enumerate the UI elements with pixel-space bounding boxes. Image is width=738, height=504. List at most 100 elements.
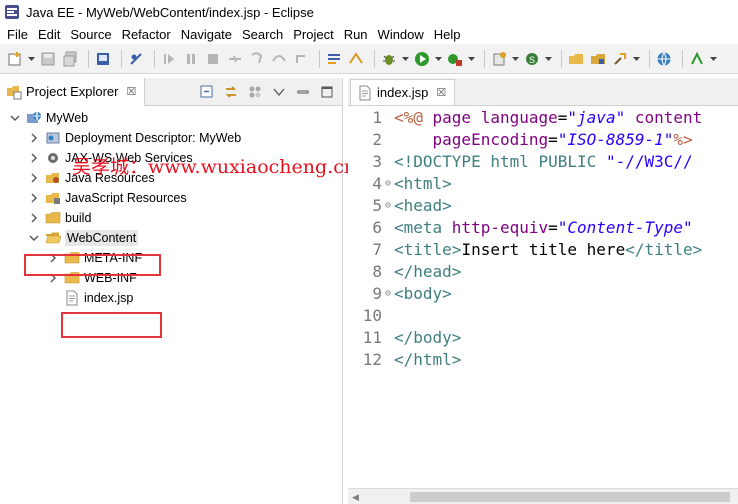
menu-file[interactable]: File xyxy=(2,27,33,42)
save-icon[interactable] xyxy=(39,50,57,68)
code-line[interactable]: 5 ⊖ <head> xyxy=(348,194,738,216)
code-line[interactable]: 3 <!DOCTYPE html PUBLIC "-//W3C// xyxy=(348,150,738,172)
tree-node-index-jsp[interactable]: index.jsp xyxy=(0,288,342,308)
code-line[interactable]: 4 ⊖ <html> xyxy=(348,172,738,194)
tree-node-javascript-resources[interactable]: JavaScript Resources xyxy=(0,188,342,208)
new-java-class-icon[interactable]: S xyxy=(523,50,541,68)
code-line[interactable]: 1 <%@ page language="java" content xyxy=(348,106,738,128)
open-console-icon[interactable] xyxy=(94,50,112,68)
tree-node-webcontent[interactable]: WebContent xyxy=(0,228,342,248)
external-tools-icon[interactable] xyxy=(446,50,464,68)
view-menu-icon[interactable] xyxy=(270,83,288,101)
step-return-icon[interactable] xyxy=(292,50,310,68)
search-dropdown-icon[interactable] xyxy=(633,50,640,68)
code-token: = xyxy=(548,129,558,149)
chevron-right-icon[interactable] xyxy=(27,191,41,205)
chevron-right-icon[interactable] xyxy=(27,151,41,165)
code-line[interactable]: 10 xyxy=(348,304,738,326)
save-all-icon[interactable] xyxy=(61,50,79,68)
code-line[interactable]: 12 </html> xyxy=(348,348,738,370)
tree-node-label: index.jsp xyxy=(84,291,134,305)
chevron-down-icon[interactable] xyxy=(8,111,22,125)
code-line[interactable]: 9 ⊖ <body> xyxy=(348,282,738,304)
index-jsp-highlight-box xyxy=(61,312,162,338)
title-bar: Java EE - MyWeb/WebContent/index.jsp - E… xyxy=(0,0,738,24)
menu-source[interactable]: Source xyxy=(65,27,116,42)
disconnect-icon[interactable] xyxy=(226,50,244,68)
web-browser-icon[interactable] xyxy=(655,50,673,68)
skip-breakpoints-icon[interactable] xyxy=(127,50,145,68)
code-text: <!DOCTYPE html PUBLIC "-//W3C// xyxy=(394,152,693,171)
code-token: </title> xyxy=(625,239,703,259)
next-annotation-icon[interactable] xyxy=(688,50,706,68)
fold-toggle-icon[interactable]: ⊖ xyxy=(382,178,394,189)
debug-dropdown-icon[interactable] xyxy=(402,50,409,68)
close-icon[interactable]: ☒ xyxy=(436,86,446,99)
jsp-file-icon xyxy=(359,85,371,100)
suspend-icon[interactable] xyxy=(182,50,200,68)
close-icon[interactable]: ☒ xyxy=(126,85,136,98)
code-line[interactable]: 2 pageEncoding="ISO-8859-1"%> xyxy=(348,128,738,150)
debug-icon[interactable] xyxy=(380,50,398,68)
horizontal-scrollbar[interactable]: ◀ xyxy=(348,488,738,504)
code-token: <html> xyxy=(394,173,452,193)
code-text: </body> xyxy=(394,328,461,347)
menu-navigate[interactable]: Navigate xyxy=(176,27,237,42)
tree-node-deployment-descriptor[interactable]: Deployment Descriptor: MyWeb xyxy=(0,128,342,148)
next-annotation-dropdown-icon[interactable] xyxy=(710,50,717,68)
terminate-icon[interactable] xyxy=(204,50,222,68)
code-line[interactable]: 7 <title>Insert title here</title> xyxy=(348,238,738,260)
toolbar-separator xyxy=(484,49,485,68)
menu-window[interactable]: Window xyxy=(373,27,429,42)
resume-icon[interactable] xyxy=(160,50,178,68)
search-icon[interactable] xyxy=(611,50,629,68)
step-into-icon[interactable] xyxy=(248,50,266,68)
fold-toggle-icon[interactable]: ⊖ xyxy=(382,200,394,211)
link-with-editor-icon[interactable] xyxy=(222,83,240,101)
open-task-icon[interactable] xyxy=(589,50,607,68)
tree-node-myweb[interactable]: MyWeb xyxy=(0,108,342,128)
webcontent-highlight-box xyxy=(24,254,161,276)
focus-on-active-task-icon[interactable] xyxy=(246,83,264,101)
menu-help[interactable]: Help xyxy=(429,27,466,42)
code-editor[interactable]: 1 <%@ page language="java" content 2 pageE… xyxy=(348,106,738,488)
menu-refactor[interactable]: Refactor xyxy=(117,27,176,42)
tree-node-build[interactable]: build xyxy=(0,208,342,228)
chevron-down-icon[interactable] xyxy=(27,231,41,245)
minimize-icon[interactable] xyxy=(294,83,312,101)
new-icon[interactable] xyxy=(6,50,24,68)
toggle-mark-occurrences-icon[interactable] xyxy=(325,50,343,68)
toggle-block-selection-icon[interactable] xyxy=(347,50,365,68)
scrollbar-thumb[interactable] xyxy=(410,492,730,502)
collapse-all-icon[interactable] xyxy=(198,83,216,101)
fold-toggle-icon[interactable]: ⊖ xyxy=(382,288,394,299)
line-number: 4 xyxy=(372,173,382,193)
new-server-dropdown-icon[interactable] xyxy=(512,50,519,68)
step-over-icon[interactable] xyxy=(270,50,288,68)
scroll-left-icon[interactable]: ◀ xyxy=(352,492,359,503)
external-tools-dropdown-icon[interactable] xyxy=(468,50,475,68)
run-dropdown-icon[interactable] xyxy=(435,50,442,68)
code-line[interactable]: 8 </head> xyxy=(348,260,738,282)
tab-project-explorer[interactable]: Project Explorer ☒ xyxy=(0,77,146,106)
open-type-icon[interactable] xyxy=(567,50,585,68)
code-text: <html> xyxy=(394,174,452,193)
menu-edit[interactable]: Edit xyxy=(33,27,65,42)
tab-index-jsp[interactable]: index.jsp ☒ xyxy=(350,79,456,105)
menu-search[interactable]: Search xyxy=(237,27,288,42)
chevron-right-icon[interactable] xyxy=(27,211,41,225)
code-line[interactable]: 11 </body> xyxy=(348,326,738,348)
code-line[interactable]: 6 <meta http-equiv="Content-Type" xyxy=(348,216,738,238)
menu-project[interactable]: Project xyxy=(288,27,338,42)
maximize-icon[interactable] xyxy=(318,83,336,101)
run-icon[interactable] xyxy=(413,50,431,68)
chevron-right-icon[interactable] xyxy=(27,171,41,185)
chevron-right-icon[interactable] xyxy=(27,131,41,145)
menu-run[interactable]: Run xyxy=(339,27,373,42)
code-token: <title> xyxy=(394,239,462,259)
code-token: PUBLIC xyxy=(538,151,606,171)
new-server-icon[interactable] xyxy=(490,50,508,68)
new-dropdown-icon[interactable] xyxy=(28,50,35,68)
new-java-class-dropdown-icon[interactable] xyxy=(545,50,552,68)
